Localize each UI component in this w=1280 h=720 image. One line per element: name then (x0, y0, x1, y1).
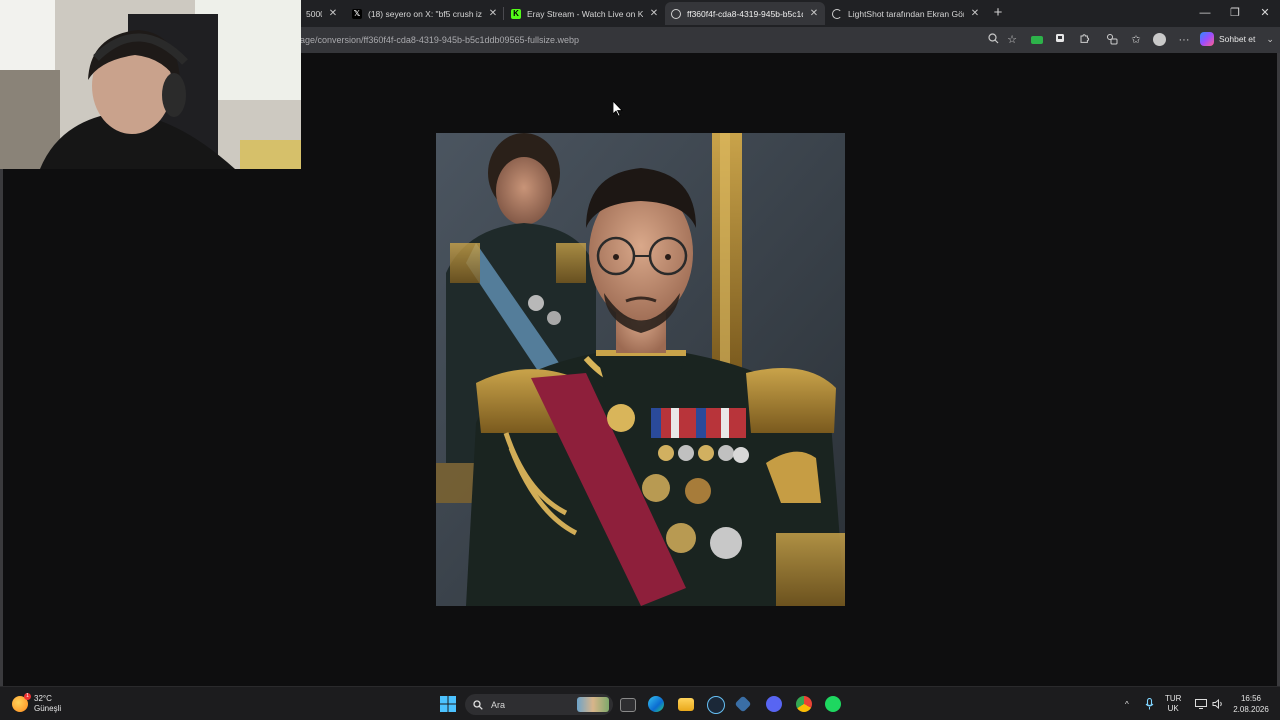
spotify-icon[interactable] (825, 696, 841, 712)
chevron-down-icon[interactable]: ⌄ (1266, 34, 1274, 45)
steam-icon[interactable] (707, 696, 725, 714)
tab-separator (503, 7, 504, 20)
favorite-star-icon[interactable]: ☆ (1005, 33, 1019, 47)
profile-avatar-icon[interactable] (1153, 33, 1166, 46)
restore-button[interactable]: ❐ (1220, 0, 1250, 27)
address-bar[interactable]: age/conversion/ff360f4f-cda8-4319-945b-b… (300, 32, 770, 48)
tab-1[interactable]: 5000 ta ✕ (300, 2, 344, 25)
close-tab-icon[interactable]: ✕ (649, 8, 659, 19)
desktop-screen: 5000 ta ✕ 𝕏 (18) seyero on X: "bf5 crush… (0, 0, 1280, 720)
split-screen-icon[interactable] (1105, 33, 1119, 47)
copilot-label: Sohbet et (1219, 34, 1256, 44)
tab-4-active[interactable]: ff360f4f-cda8-4319-945b-b5c1ddb ✕ (665, 2, 825, 25)
volume-icon[interactable] (1212, 687, 1224, 720)
zoom-icon[interactable] (986, 33, 1000, 47)
chrome-icon[interactable] (796, 696, 812, 712)
search-placeholder: Ara (491, 699, 506, 710)
minimize-button[interactable]: — (1190, 0, 1220, 27)
tab-5[interactable]: LightShot tarafından Ekran Görüntü ✕ (826, 2, 986, 25)
tab-label: (18) seyero on X: "bf5 crush izliyor (368, 8, 482, 19)
extension-icon[interactable] (1053, 33, 1067, 47)
discord-icon[interactable] (766, 696, 782, 712)
x-logo-icon: 𝕏 (352, 8, 362, 19)
taskbar-search[interactable]: Ara (465, 694, 613, 715)
file-explorer-icon[interactable] (678, 698, 694, 711)
sun-icon: 1 (12, 693, 31, 712)
task-view-icon[interactable] (620, 698, 636, 712)
webcam-overlay (0, 0, 301, 169)
notification-badge: 1 (24, 693, 31, 700)
taskbar: 1 32°C Güneşli Ara ^ TUR UK 16:56 2.08.2… (0, 686, 1280, 720)
tray-overflow-button[interactable]: ^ (1125, 687, 1129, 720)
tab-label: 5000 ta (306, 8, 322, 19)
language-indicator[interactable]: TUR UK (1165, 687, 1181, 720)
weather-widget[interactable]: 1 32°C Güneşli (12, 693, 62, 714)
edge-icon[interactable] (648, 696, 664, 712)
windows-start-icon[interactable] (440, 696, 456, 712)
weather-condition: Güneşli (34, 704, 62, 713)
search-highlight-image (577, 697, 609, 712)
keyboard-layout: UK (1167, 704, 1179, 713)
copilot-logo-icon (1200, 32, 1214, 46)
close-tab-icon[interactable]: ✕ (970, 8, 980, 19)
tab-3[interactable]: K Eray Stream - Watch Live on Kick ✕ (505, 2, 665, 25)
tab-2[interactable]: 𝕏 (18) seyero on X: "bf5 crush izliyor ✕ (346, 2, 504, 25)
close-tab-icon[interactable]: ✕ (809, 8, 819, 19)
settings-app-icon[interactable] (734, 695, 752, 713)
puzzle-extensions-icon[interactable] (1077, 33, 1091, 47)
clock-date: 2.08.2026 (1233, 705, 1269, 714)
copilot-button[interactable]: Sohbet et ⌄ (1200, 32, 1274, 46)
microphone-icon[interactable] (1145, 687, 1154, 720)
more-menu-icon[interactable]: ··· (1177, 33, 1191, 47)
close-window-button[interactable]: ✕ (1250, 0, 1280, 27)
weather-temperature: 32°C (34, 694, 52, 703)
clock[interactable]: 16:56 2.08.2026 (1232, 687, 1270, 720)
portrait-image[interactable] (436, 133, 845, 606)
language-code: TUR (1165, 694, 1182, 703)
close-tab-icon[interactable]: ✕ (328, 8, 338, 19)
tab-label: Eray Stream - Watch Live on Kick (527, 8, 643, 19)
kick-logo-icon: K (511, 8, 521, 19)
globe-icon (671, 8, 681, 19)
loading-spinner-icon (832, 8, 842, 19)
tab-label: LightShot tarafından Ekran Görüntü (848, 8, 964, 19)
green-extension-icon[interactable] (1031, 36, 1043, 44)
network-icon[interactable] (1195, 687, 1207, 720)
tab-label: ff360f4f-cda8-4319-945b-b5c1ddb (687, 8, 803, 19)
favorites-collection-icon[interactable]: ✩ (1129, 33, 1143, 47)
clock-time: 16:56 (1240, 694, 1262, 703)
close-tab-icon[interactable]: ✕ (488, 8, 498, 19)
search-icon (473, 699, 483, 710)
new-tab-button[interactable]: + (989, 3, 1007, 23)
mouse-cursor-icon (613, 101, 623, 117)
